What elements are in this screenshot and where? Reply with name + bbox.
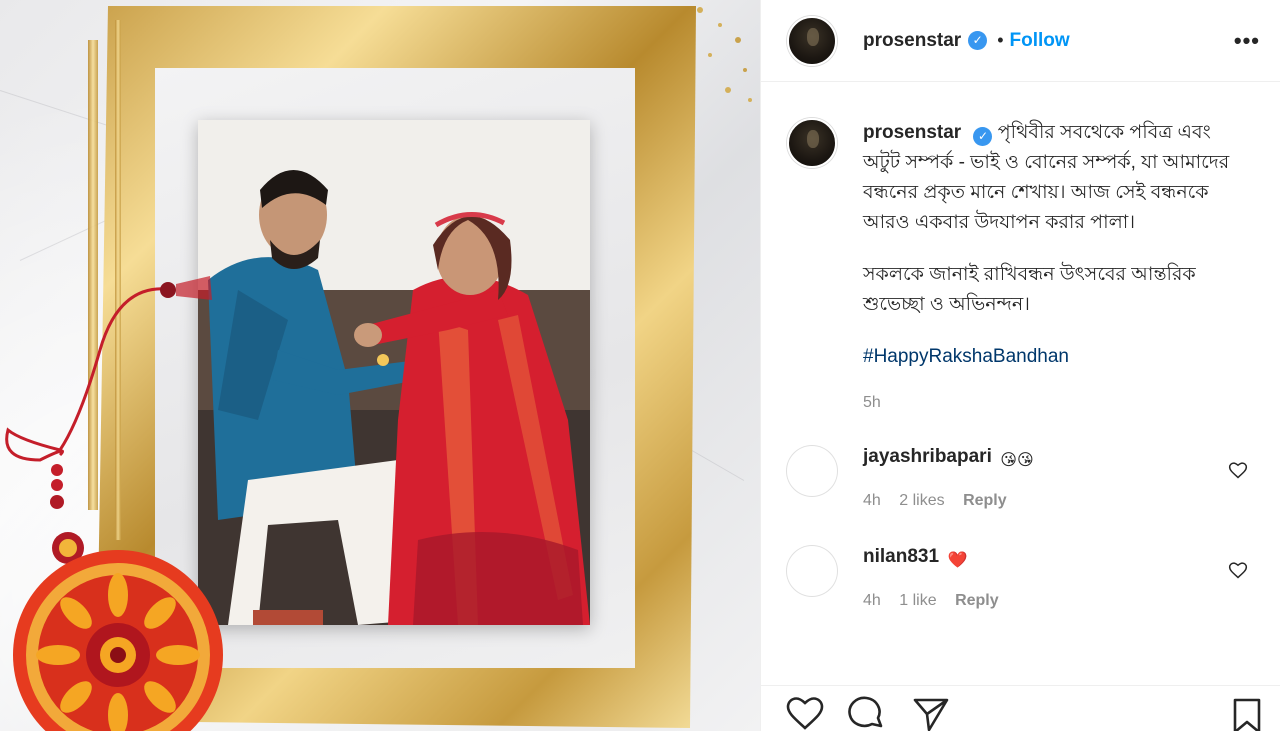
share-icon[interactable]	[911, 696, 951, 731]
post-side-panel: prosenstar ✓ • Follow ••• prosenstar ✓ প…	[760, 0, 1280, 731]
photo-siblings	[198, 120, 590, 625]
verified-badge-icon: ✓	[968, 31, 988, 50]
comment-text: ❤️	[947, 552, 968, 569]
like-comment-heart-icon[interactable]	[1228, 560, 1248, 580]
comment-text: 😘😘	[1000, 452, 1034, 469]
dot-separator: •	[997, 30, 1004, 50]
reply-button[interactable]: Reply	[955, 592, 999, 609]
heart-icon[interactable]	[785, 696, 825, 731]
comment-item: nilan831 ❤️ 4h 1 like Reply	[761, 546, 1280, 610]
comment-likes[interactable]: 2 likes	[899, 492, 944, 509]
save-icon[interactable]	[1227, 696, 1267, 731]
caption-paragraph-2: সকলকে জানাই রাখিবন্ধন উৎসবের আন্তরিক শুভ…	[863, 264, 1196, 315]
caption: prosenstar ✓ পৃথিবীর সবথেকে পবিত্র এবং অ…	[761, 82, 1280, 418]
caption-username[interactable]: prosenstar	[863, 122, 961, 143]
comment-time[interactable]: 4h	[863, 592, 881, 609]
comment-item: jayashribapari 😘😘 4h 2 likes Reply	[761, 446, 1280, 510]
commenter-username[interactable]: nilan831	[863, 546, 939, 567]
reply-button[interactable]: Reply	[963, 492, 1007, 509]
post-timestamp[interactable]: 5h	[863, 388, 1233, 418]
post-image[interactable]	[0, 0, 760, 731]
caption-avatar[interactable]	[787, 118, 837, 168]
verified-badge-icon: ✓	[973, 127, 993, 146]
action-bar	[761, 685, 1280, 731]
gold-sparkles	[697, 7, 752, 102]
commenter-username[interactable]: jayashribapari	[863, 446, 992, 467]
comment-icon[interactable]	[847, 696, 887, 731]
more-options-icon[interactable]: •••	[1234, 28, 1260, 54]
comment-likes[interactable]: 1 like	[899, 592, 936, 609]
rakhi-decoration	[5, 276, 223, 731]
author-username[interactable]: prosenstar	[863, 30, 961, 52]
author-avatar[interactable]	[787, 15, 837, 66]
commenter-avatar[interactable]	[787, 446, 837, 496]
comment-time[interactable]: 4h	[863, 492, 881, 509]
follow-button[interactable]: Follow	[1010, 30, 1070, 52]
commenter-avatar[interactable]	[787, 546, 837, 596]
like-comment-heart-icon[interactable]	[1228, 460, 1248, 480]
hashtag-link[interactable]: #HappyRakshaBandhan	[863, 342, 1233, 372]
post-header: prosenstar ✓ • Follow •••	[761, 0, 1280, 82]
